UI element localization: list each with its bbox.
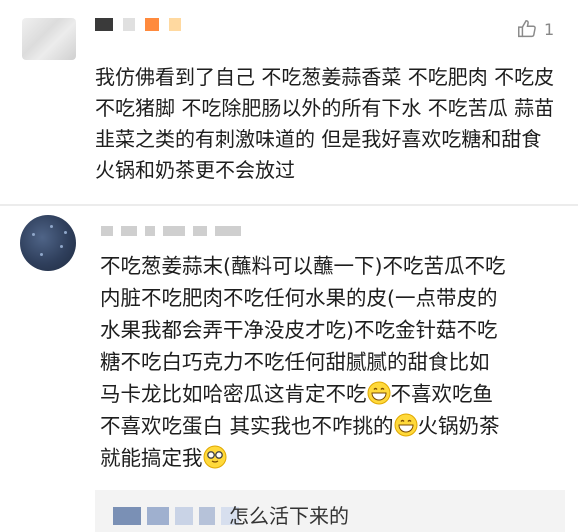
like-count: 1 bbox=[544, 19, 555, 39]
comment-2-line: 就能搞定我 bbox=[100, 442, 570, 474]
comment-2-line: 内脏不吃肥肉不吃任何水果的皮(一点带皮的 bbox=[100, 286, 498, 310]
nerd-emoji-icon bbox=[203, 445, 226, 469]
thumbs-up-icon bbox=[518, 20, 536, 38]
comment-2-line: 水果我都会弄干净没皮才吃)不吃金针菇不吃 bbox=[100, 318, 498, 342]
comment-2-line-part: 火锅奶茶 bbox=[417, 414, 500, 438]
like-button[interactable]: 1 bbox=[516, 18, 554, 40]
comment-2-line: 马卡龙比如哈密瓜这肯定不吃 不喜欢吃鱼 bbox=[100, 378, 570, 410]
grin-emoji-icon bbox=[394, 413, 418, 437]
username-blurred[interactable] bbox=[95, 18, 181, 31]
comment-2-line-part: 不喜欢吃蛋白 其实我也不咋挑的 bbox=[100, 414, 394, 438]
comment-2-line-part: 马卡龙比如哈密瓜这肯定不吃 bbox=[100, 382, 367, 406]
username-blurred-2[interactable] bbox=[101, 226, 241, 236]
reply-text: 怎么活下来的 bbox=[229, 504, 349, 528]
comment-2-text: 不吃葱姜蒜末(蘸料可以蘸一下)不吃苦瓜不吃 内脏不吃肥肉不吃任何水果的皮(一点带… bbox=[100, 250, 570, 474]
comment-2-line-part: 不喜欢吃鱼 bbox=[390, 382, 494, 406]
comment-2-line: 不喜欢吃蛋白 其实我也不咋挑的 火锅奶茶 bbox=[100, 410, 570, 442]
divider bbox=[0, 204, 578, 206]
comment-2-line-part: 就能搞定我 bbox=[100, 446, 203, 470]
grin-emoji-icon bbox=[367, 381, 390, 405]
comment-2-line: 糖不吃白巧克力不吃任何甜腻腻的甜食比如 bbox=[100, 350, 490, 374]
comment-1-text: 我仿佛看到了自己 不吃葱姜蒜香菜 不吃肥肉 不吃皮 不吃猪脚 不吃除肥肠以外的所… bbox=[95, 65, 555, 182]
reply-username-blurred bbox=[113, 507, 239, 525]
reply-preview[interactable]: 怎么活下来的 bbox=[95, 490, 565, 532]
avatar-night-sky[interactable] bbox=[20, 215, 76, 271]
avatar-blurred[interactable] bbox=[22, 18, 76, 60]
comment-2-line: 不吃葱姜蒜末(蘸料可以蘸一下)不吃苦瓜不吃 bbox=[100, 254, 506, 278]
comment-1: 1 我仿佛看到了自己 不吃葱姜蒜香菜 不吃肥肉 不吃皮 不吃猪脚 不吃除肥肠以外… bbox=[0, 0, 578, 200]
